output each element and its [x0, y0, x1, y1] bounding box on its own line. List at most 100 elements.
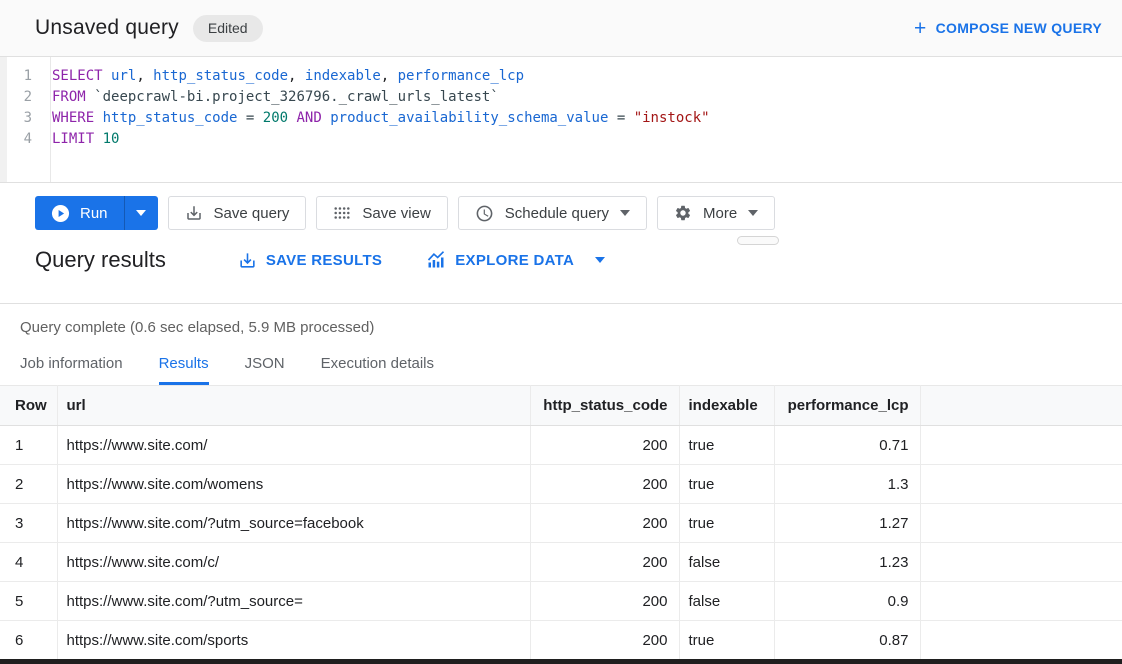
column-header-url: url	[57, 386, 530, 426]
table-row: 4https://www.site.com/c/200false1.23	[0, 543, 1122, 582]
cell-url: https://www.site.com/?utm_source=	[57, 582, 530, 621]
cell-url: https://www.site.com/	[57, 426, 530, 465]
sql-line: 2FROM `deepcrawl-bi.project_326796._craw…	[0, 87, 1122, 108]
line-number: 3	[0, 108, 44, 129]
save-query-label: Save query	[214, 205, 290, 222]
table-header-row: Row url http_status_code indexable perfo…	[0, 386, 1122, 426]
run-button-group: Run	[35, 196, 158, 230]
caret-down-icon	[620, 210, 630, 216]
cell-status: 200	[530, 504, 679, 543]
table-row: 3https://www.site.com/?utm_source=facebo…	[0, 504, 1122, 543]
edited-badge: Edited	[193, 15, 263, 42]
schedule-query-button[interactable]: Schedule query	[458, 196, 647, 230]
cell-status: 200	[530, 621, 679, 660]
tab-json[interactable]: JSON	[245, 355, 285, 385]
query-results-title: Query results	[35, 247, 166, 273]
cell-url: https://www.site.com/?utm_source=faceboo…	[57, 504, 530, 543]
results-tab-bar: Job information Results JSON Execution d…	[0, 349, 1122, 385]
cell-status: 200	[530, 426, 679, 465]
cell-lcp: 1.27	[774, 504, 920, 543]
cell-lcp: 1.23	[774, 543, 920, 582]
cell-indexable: false	[679, 543, 774, 582]
save-query-button[interactable]: Save query	[168, 196, 307, 230]
cell-lcp: 1.3	[774, 465, 920, 504]
play-icon	[51, 204, 70, 223]
caret-down-icon	[136, 210, 146, 216]
cell-row: 1	[0, 426, 57, 465]
compose-new-query-button[interactable]: + COMPOSE NEW QUERY	[914, 18, 1102, 39]
column-header-indexable: indexable	[679, 386, 774, 426]
bigquery-app: Unsaved query Edited + COMPOSE NEW QUERY…	[0, 0, 1122, 664]
cell-row: 4	[0, 543, 57, 582]
sql-line: 4LIMIT 10	[0, 129, 1122, 150]
cell-indexable: true	[679, 621, 774, 660]
dotted-table-icon	[333, 204, 351, 222]
table-row: 5https://www.site.com/?utm_source=200fal…	[0, 582, 1122, 621]
column-header-performance-lcp: performance_lcp	[774, 386, 920, 426]
caret-down-icon	[748, 210, 758, 216]
line-number: 1	[0, 66, 44, 87]
download-icon	[238, 251, 257, 270]
cell-url: https://www.site.com/womens	[57, 465, 530, 504]
cell-url: https://www.site.com/sports	[57, 621, 530, 660]
more-button[interactable]: More	[657, 196, 775, 230]
query-results-header: Query results SAVE RESULTS EXPLORE DATA	[0, 244, 1122, 276]
results-panel: Query complete (0.6 sec elapsed, 5.9 MB …	[0, 303, 1122, 660]
more-label: More	[703, 205, 737, 222]
cell-status: 200	[530, 465, 679, 504]
table-row: 1https://www.site.com/200true0.71	[0, 426, 1122, 465]
plus-icon: +	[914, 18, 927, 39]
cell-filler	[920, 426, 1122, 465]
column-header-http-status-code: http_status_code	[530, 386, 679, 426]
save-results-button[interactable]: SAVE RESULTS	[238, 251, 382, 270]
table-row: 6https://www.site.com/sports200true0.87	[0, 621, 1122, 660]
panel-resize-handle[interactable]	[737, 236, 779, 245]
sql-editor[interactable]: 1SELECT url, http_status_code, indexable…	[0, 57, 1122, 183]
table-row: 2https://www.site.com/womens200true1.3	[0, 465, 1122, 504]
tab-job-information[interactable]: Job information	[20, 355, 123, 385]
cell-row: 6	[0, 621, 57, 660]
clock-icon	[475, 204, 494, 223]
line-number: 4	[0, 129, 44, 150]
save-view-button[interactable]: Save view	[316, 196, 447, 230]
cell-filler	[920, 465, 1122, 504]
chart-icon	[426, 250, 446, 270]
cell-lcp: 0.71	[774, 426, 920, 465]
save-view-label: Save view	[362, 205, 430, 222]
save-results-label: SAVE RESULTS	[266, 252, 382, 269]
cell-filler	[920, 543, 1122, 582]
cell-row: 5	[0, 582, 57, 621]
cell-indexable: true	[679, 465, 774, 504]
tab-execution-details[interactable]: Execution details	[321, 355, 434, 385]
run-label: Run	[80, 205, 108, 222]
cell-filler	[920, 504, 1122, 543]
cell-status: 200	[530, 543, 679, 582]
caret-down-icon	[595, 257, 605, 263]
cell-indexable: true	[679, 426, 774, 465]
cell-url: https://www.site.com/c/	[57, 543, 530, 582]
compose-new-query-label: COMPOSE NEW QUERY	[936, 20, 1102, 36]
sql-line: 3WHERE http_status_code = 200 AND produc…	[0, 108, 1122, 129]
sql-line: 1SELECT url, http_status_code, indexable…	[0, 66, 1122, 87]
gear-icon	[674, 204, 692, 222]
window-bottom-edge	[0, 659, 1122, 664]
explore-data-label: EXPLORE DATA	[455, 252, 574, 269]
cell-lcp: 0.9	[774, 582, 920, 621]
page-title: Unsaved query	[35, 16, 179, 40]
cell-filler	[920, 582, 1122, 621]
query-status-text: Query complete (0.6 sec elapsed, 5.9 MB …	[0, 304, 1122, 349]
cell-filler	[920, 621, 1122, 660]
column-header-row: Row	[0, 386, 57, 426]
query-editor-header: Unsaved query Edited + COMPOSE NEW QUERY	[0, 0, 1122, 57]
explore-data-button[interactable]: EXPLORE DATA	[426, 250, 605, 270]
schedule-query-label: Schedule query	[505, 205, 609, 222]
tab-results[interactable]: Results	[159, 355, 209, 385]
save-icon	[185, 204, 203, 222]
cell-indexable: false	[679, 582, 774, 621]
run-button[interactable]: Run	[35, 196, 124, 230]
cell-indexable: true	[679, 504, 774, 543]
query-toolbar: Run Save query Save view	[0, 183, 1122, 230]
run-dropdown-button[interactable]	[124, 196, 158, 230]
cell-lcp: 0.87	[774, 621, 920, 660]
cell-row: 3	[0, 504, 57, 543]
